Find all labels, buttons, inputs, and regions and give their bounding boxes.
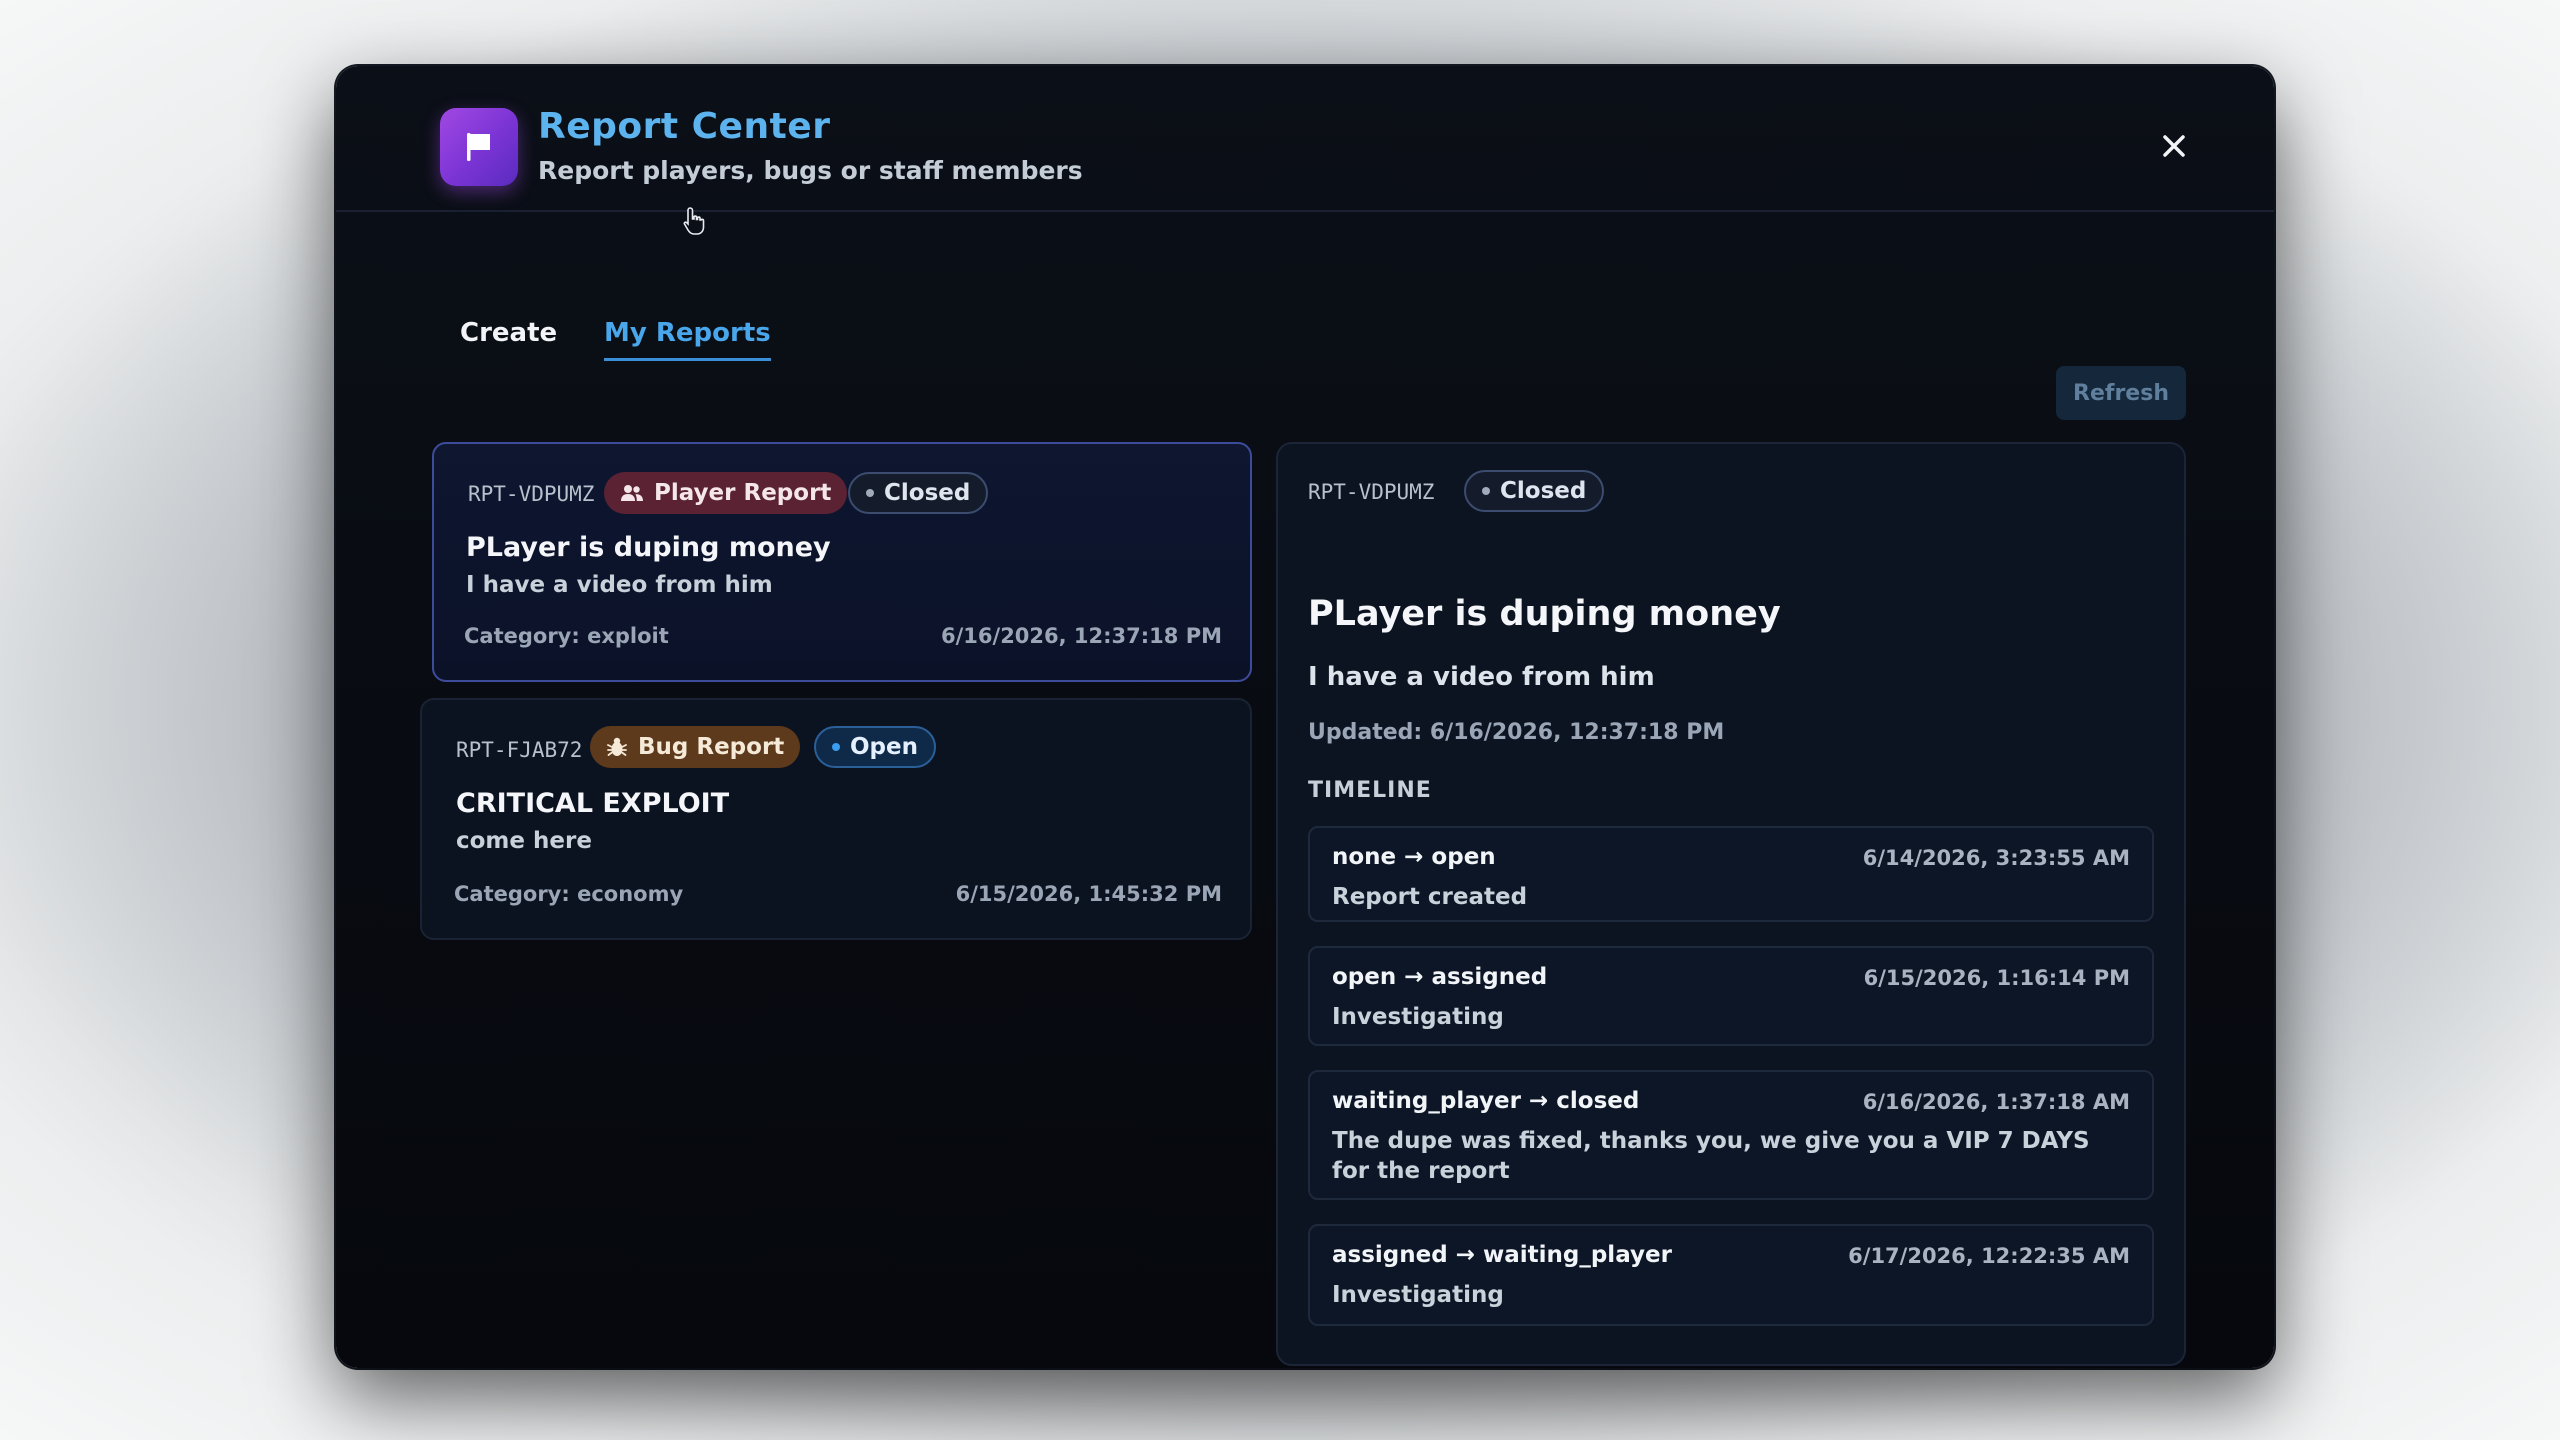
flag-icon <box>440 108 518 186</box>
tab-create[interactable]: Create <box>460 318 557 358</box>
status-badge: Open <box>814 726 936 768</box>
bug-icon <box>606 736 628 758</box>
detail-status-label: Closed <box>1500 478 1587 504</box>
timeline-date: 6/14/2026, 3:23:55 AM <box>1862 846 2130 870</box>
report-id: RPT-VDPUMZ <box>468 482 595 506</box>
report-id: RPT-FJAB72 <box>456 738 583 762</box>
detail-description: I have a video from him <box>1308 662 1655 692</box>
hand-cursor-icon <box>682 206 708 240</box>
close-button[interactable] <box>2148 120 2200 172</box>
status-dot-icon <box>832 743 840 751</box>
modal-header: Report Center Report players, bugs or st… <box>336 66 2274 212</box>
report-description: come here <box>456 828 592 854</box>
status-badge: Closed <box>848 472 989 514</box>
type-badge: Player Report <box>604 472 848 514</box>
report-center-modal: Report Center Report players, bugs or st… <box>336 66 2274 1368</box>
report-detail-panel: RPT-VDPUMZ Closed PLayer is duping money… <box>1276 442 2186 1366</box>
status-badge-label: Open <box>850 734 918 760</box>
timeline-date: 6/15/2026, 1:16:14 PM <box>1863 966 2130 990</box>
report-card[interactable]: RPT-VDPUMZ Player Report Closed PLayer i… <box>432 442 1252 682</box>
report-card[interactable]: RPT-FJAB72 Bug Report Open CRITICAL EXPL… <box>420 698 1252 940</box>
timeline-entry: assigned → waiting_player 6/17/2026, 12:… <box>1308 1224 2154 1326</box>
users-icon <box>620 483 644 503</box>
detail-status-badge: Closed <box>1464 470 1605 512</box>
timeline-transition: assigned → waiting_player <box>1332 1242 1672 1268</box>
timeline-entry: none → open 6/14/2026, 3:23:55 AM Report… <box>1308 826 2154 922</box>
detail-report-id: RPT-VDPUMZ <box>1308 480 1435 504</box>
timeline-note: Report created <box>1332 884 1528 910</box>
tab-my-reports[interactable]: My Reports <box>604 318 771 361</box>
report-category: Category: economy <box>454 882 684 906</box>
refresh-button[interactable]: Refresh <box>2056 366 2186 420</box>
report-description: I have a video from him <box>466 572 773 598</box>
timeline-entry: open → assigned 6/15/2026, 1:16:14 PM In… <box>1308 946 2154 1046</box>
report-title: PLayer is duping money <box>466 532 831 563</box>
timeline-note: Investigating <box>1332 1004 1504 1030</box>
detail-title: PLayer is duping money <box>1308 594 1781 634</box>
timeline-date: 6/16/2026, 1:37:18 AM <box>1862 1090 2130 1114</box>
type-badge-label: Bug Report <box>638 734 785 760</box>
timeline-heading: TIMELINE <box>1308 778 1432 803</box>
report-date: 6/15/2026, 1:45:32 PM <box>955 882 1222 906</box>
status-dot-icon <box>1482 487 1490 495</box>
timeline-date: 6/17/2026, 12:22:35 AM <box>1848 1244 2130 1268</box>
report-date: 6/16/2026, 12:37:18 PM <box>941 624 1222 648</box>
page-title: Report Center <box>538 106 831 147</box>
timeline-note: Investigating <box>1332 1282 1504 1308</box>
report-category: Category: exploit <box>464 624 669 648</box>
detail-updated: Updated: 6/16/2026, 12:37:18 PM <box>1308 720 1725 745</box>
timeline-transition: waiting_player → closed <box>1332 1088 1640 1114</box>
page-subtitle: Report players, bugs or staff members <box>538 156 1083 185</box>
timeline-entry: waiting_player → closed 6/16/2026, 1:37:… <box>1308 1070 2154 1200</box>
close-icon <box>2163 135 2185 157</box>
report-title: CRITICAL EXPLOIT <box>456 788 730 819</box>
timeline-transition: open → assigned <box>1332 964 1548 990</box>
status-badge-label: Closed <box>884 480 971 506</box>
timeline-note: The dupe was fixed, thanks you, we give … <box>1332 1128 2090 1184</box>
status-dot-icon <box>866 489 874 497</box>
type-badge: Bug Report <box>590 726 801 768</box>
timeline-transition: none → open <box>1332 844 1496 870</box>
type-badge-label: Player Report <box>654 480 832 506</box>
